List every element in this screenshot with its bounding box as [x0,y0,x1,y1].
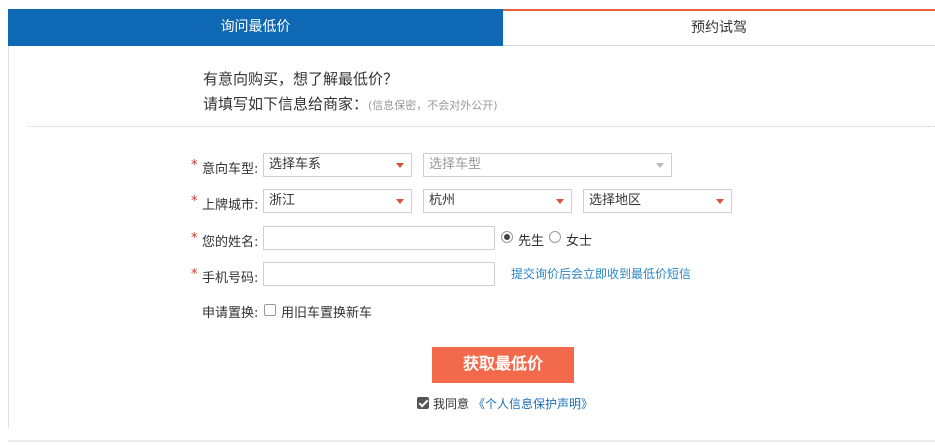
district-value: 选择地区 [589,193,642,208]
phone-input[interactable] [263,262,495,286]
city-label: 上牌城市: [202,198,259,213]
bottom-divider [8,440,935,442]
name-input[interactable] [263,226,495,250]
chevron-down-icon [556,199,564,204]
agree-checkbox[interactable] [417,397,429,409]
city-value: 杭州 [429,193,456,208]
chevron-down-icon [656,163,664,168]
car-model-select[interactable]: 选择车型 [423,153,672,177]
district-select[interactable]: 选择地区 [583,189,732,213]
gender-female-radio[interactable] [549,231,561,243]
required-mark: * [191,158,198,173]
chevron-down-icon [396,199,404,204]
tab-inquire-lowest-price[interactable]: 询问最低价 [8,9,503,46]
car-model-value: 选择车型 [429,157,482,172]
divider [28,126,935,127]
gender-male-radio[interactable] [501,231,513,243]
required-mark: * [191,231,198,246]
province-select[interactable]: 浙江 [263,189,412,213]
car-series-select[interactable]: 选择车系 [263,153,412,177]
agree-text: 我同意 [433,397,470,411]
required-mark: * [191,267,198,282]
required-mark: * [191,194,198,209]
chevron-down-icon [716,199,724,204]
gender-female-label: 女士 [566,234,593,249]
trade-in-checkbox[interactable] [264,304,276,316]
phone-label: 手机号码: [202,271,259,286]
tab-book-test-drive[interactable]: 预约试驾 [503,9,935,46]
intro-subheading: 请填写如下信息给商家：(信息保密，不会对外公开) [203,93,498,114]
trade-in-option: 用旧车置换新车 [281,306,373,321]
intro-heading: 有意向购买，想了解最低价？ [203,70,399,88]
intro-instruction: 请填写如下信息给商家： [203,95,369,113]
name-label: 您的姓名: [202,235,259,250]
trade-in-label: 申请置换: [202,306,259,321]
car-series-value: 选择车系 [269,157,322,172]
province-value: 浙江 [269,193,296,208]
tab-bar: 询问最低价 预约试驾 [8,9,935,46]
city-select[interactable]: 杭州 [423,189,572,213]
privacy-policy-link[interactable]: 《个人信息保护声明》 [473,395,593,412]
chevron-down-icon [396,163,404,168]
car-model-label: 意向车型: [202,162,259,177]
privacy-note: (信息保密，不会对外公开) [368,99,498,112]
gender-male-label: 先生 [518,234,545,249]
phone-hint: 提交询价后会立即收到最低价短信 [511,267,692,281]
get-lowest-price-button[interactable]: 获取最低价 [432,347,574,383]
